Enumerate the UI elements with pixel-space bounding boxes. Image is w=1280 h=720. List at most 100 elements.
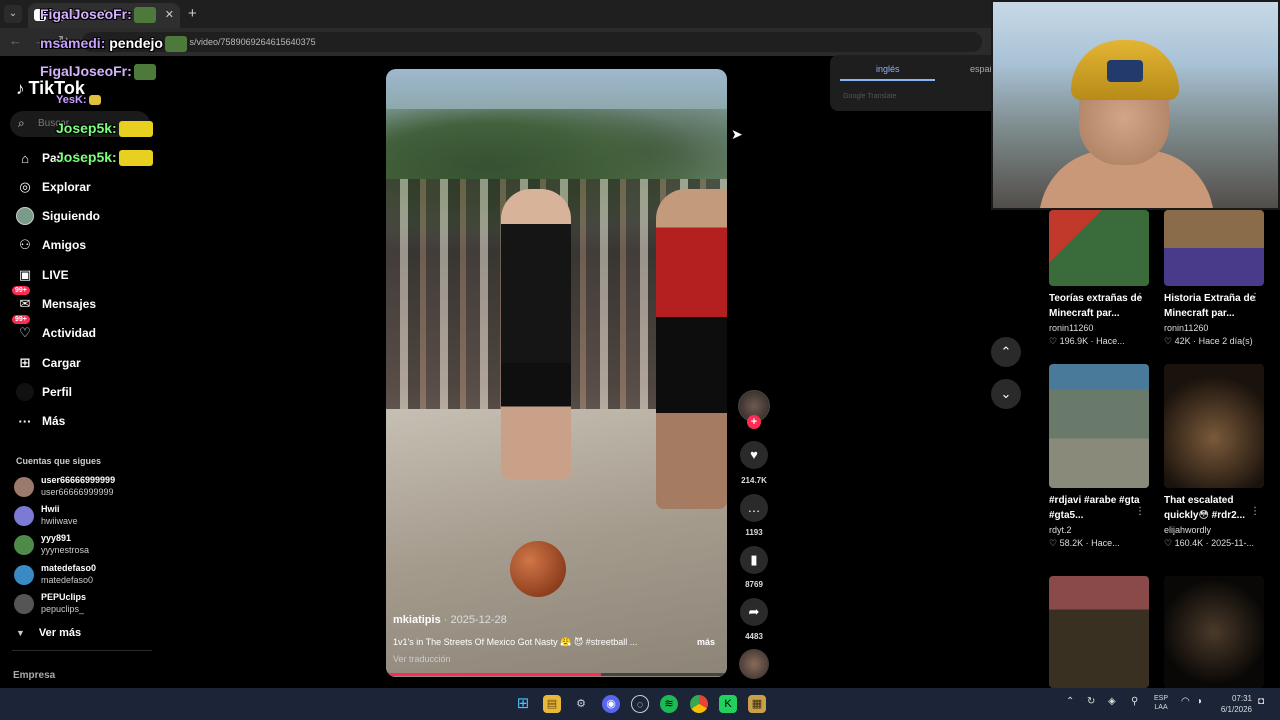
recommended-video-card[interactable] — [1049, 576, 1149, 688]
chat-message: Josep5k: — [56, 149, 153, 167]
sidebar-item-label: Mensajes — [42, 297, 97, 311]
card-author[interactable]: rdyt.2 — [1049, 525, 1149, 535]
sidebar-item-mas[interactable]: ··· Más — [16, 410, 66, 432]
recommended-video-card[interactable]: Teorías extrañas de Minecraft par... ⋮ r… — [1049, 210, 1149, 347]
share-button[interactable]: ➦ — [740, 598, 768, 626]
chat-message: FigalJoseoFr: — [40, 6, 156, 24]
video-thumbnail[interactable] — [1164, 576, 1264, 688]
video-thumbnail[interactable] — [1049, 364, 1149, 488]
file-explorer-icon[interactable]: ▤ — [543, 695, 561, 713]
more-options-icon[interactable]: ⋮ — [1250, 292, 1260, 303]
game-app-icon[interactable]: ▦ — [748, 695, 766, 713]
recommended-video-card[interactable]: #rdjavi #arabe #gta #gta5... ⋮ rdyt.2 ♡ … — [1049, 364, 1149, 549]
sidebar-item-cargar[interactable]: ⊞ Cargar — [16, 352, 81, 374]
notification-bell-icon[interactable]: ◘ — [1258, 696, 1264, 707]
messages-badge: 99+ — [12, 286, 30, 295]
video-caption: 1v1's in The Streets Of Mexico Got Nasty… — [393, 637, 638, 647]
recommended-video-card[interactable] — [1164, 576, 1264, 688]
card-title: Historia Extraña de Minecraft par... — [1164, 293, 1256, 319]
translate-lang-source[interactable]: inglés — [876, 64, 900, 74]
url-field[interactable]: h s/video/7589069264615640375 — [82, 32, 982, 52]
card-time: Hace... — [1091, 538, 1120, 548]
webcam-frame — [991, 0, 1280, 210]
see-translation-link[interactable]: Ver traducción — [393, 654, 451, 664]
card-time: 2025-11-... — [1211, 538, 1254, 548]
tab-list-button[interactable]: ⌄ — [4, 5, 22, 23]
card-author[interactable]: elijahwordly — [1164, 525, 1264, 535]
card-stats: ♡ 42K · Hace 2 día(s) — [1164, 336, 1253, 346]
video-progress-fill — [386, 673, 601, 676]
next-video-button[interactable]: ⌄ — [991, 379, 1021, 409]
chat-username: msamedi: — [40, 35, 106, 51]
new-tab-button[interactable]: + — [188, 5, 197, 22]
webcam-overlay — [991, 0, 1280, 210]
heart-outline-icon: ♡ — [1049, 538, 1058, 548]
card-author[interactable]: ronin11260 — [1164, 323, 1264, 333]
recommended-video-card[interactable]: Historia Extraña de Minecraft par... ⋮ r… — [1164, 210, 1264, 347]
video-date: · 2025-12-28 — [440, 614, 507, 626]
chat-message: YesK: — [56, 94, 101, 106]
chrome-icon[interactable] — [690, 695, 708, 713]
video-progress-bar[interactable] — [386, 673, 727, 676]
volume-icon[interactable]: ◗ — [1197, 696, 1203, 707]
more-options-icon[interactable]: ⋮ — [1250, 506, 1260, 517]
footer-link-empresa[interactable]: Empresa — [13, 670, 55, 681]
sidebar-item-siguiendo[interactable]: Siguiendo — [16, 205, 100, 227]
sidebar-item-live[interactable]: ▣ LIVE — [16, 264, 69, 286]
tray-sync-icon[interactable]: ↻ — [1087, 696, 1095, 707]
back-arrow-icon[interactable]: ← — [9, 33, 22, 48]
account-handle: user66666999999 — [41, 487, 114, 497]
tray-network-shield-icon[interactable]: ◈ — [1108, 696, 1116, 707]
tab-close-icon[interactable]: ✕ — [165, 8, 174, 21]
emote-icon — [118, 150, 153, 167]
discord-icon[interactable]: ◉ — [602, 695, 620, 713]
windows-start-icon[interactable]: ⊞ — [514, 695, 532, 713]
video-thumbnail[interactable] — [1164, 210, 1264, 286]
emote-icon — [118, 121, 153, 138]
video-username: mkiatipis — [393, 614, 441, 626]
comment-button[interactable]: … — [740, 494, 768, 522]
video-thumbnail[interactable] — [1164, 364, 1264, 488]
messages-icon: ✉ 99+ — [12, 286, 34, 313]
wifi-icon[interactable]: ◠ — [1181, 696, 1190, 707]
sidebar-item-amigos[interactable]: ⚇ Amigos — [16, 234, 86, 256]
recommended-video-card[interactable]: That escalated quickly😳 #rdr2... ⋮ elija… — [1164, 364, 1264, 549]
more-options-icon[interactable]: ⋮ — [1135, 292, 1145, 303]
video-author[interactable]: mkiatipis · 2025-12-28 — [393, 614, 507, 626]
sidebar-item-mensajes[interactable]: ✉ 99+ Mensajes — [12, 286, 97, 315]
obs-icon[interactable]: ◌ — [631, 695, 649, 713]
chat-message: FigalJoseoFr: — [40, 63, 156, 81]
sound-avatar[interactable] — [739, 649, 769, 679]
like-button[interactable]: ♥ — [740, 441, 768, 469]
video-thumbnail[interactable] — [1049, 576, 1149, 688]
emote-icon — [133, 7, 156, 24]
translate-popup: inglés español Google Translate — [830, 55, 1002, 111]
previous-video-button[interactable]: ⌃ — [991, 337, 1021, 367]
heart-outline-icon: ♡ — [1049, 336, 1058, 346]
sidebar-item-actividad[interactable]: ♡ 99+ Actividad — [12, 315, 96, 344]
sidebar-item-perfil[interactable]: Perfil — [16, 381, 72, 403]
video-player[interactable]: mkiatipis · 2025-12-28 1v1's in The Stre… — [386, 69, 727, 677]
card-time: Hace... — [1096, 336, 1125, 346]
save-button[interactable]: ▮ — [740, 546, 768, 574]
see-more-button[interactable]: ▼ Ver más — [16, 627, 81, 639]
kick-icon[interactable]: K — [719, 695, 737, 713]
share-arrow-icon: ➦ — [748, 604, 760, 619]
card-title: #rdjavi #arabe #gta #gta5... — [1049, 495, 1140, 521]
basketball-image — [510, 541, 566, 597]
comment-icon: … — [747, 500, 761, 515]
more-options-icon[interactable]: ⋮ — [1135, 506, 1145, 517]
tray-mic-icon[interactable]: ⚲ — [1131, 696, 1138, 707]
spotify-icon[interactable]: ≋ — [660, 695, 678, 713]
upload-icon: ⊞ — [19, 355, 31, 370]
caption-more-button[interactable]: más — [697, 637, 715, 647]
steam-icon[interactable]: ⚙ — [572, 695, 590, 713]
input-language[interactable]: ESP LAA — [1154, 694, 1168, 712]
video-thumbnail[interactable] — [1049, 210, 1149, 286]
follow-plus-button[interactable]: + — [747, 415, 761, 429]
tray-chevron-up-icon[interactable]: ⌃ — [1066, 696, 1074, 707]
card-author[interactable]: ronin11260 — [1049, 323, 1149, 333]
system-clock[interactable]: 07:31 6/1/2026 — [1212, 693, 1252, 715]
card-likes: 58.2K — [1059, 538, 1084, 548]
sidebar-item-explorar[interactable]: ◎ Explorar — [16, 176, 90, 198]
